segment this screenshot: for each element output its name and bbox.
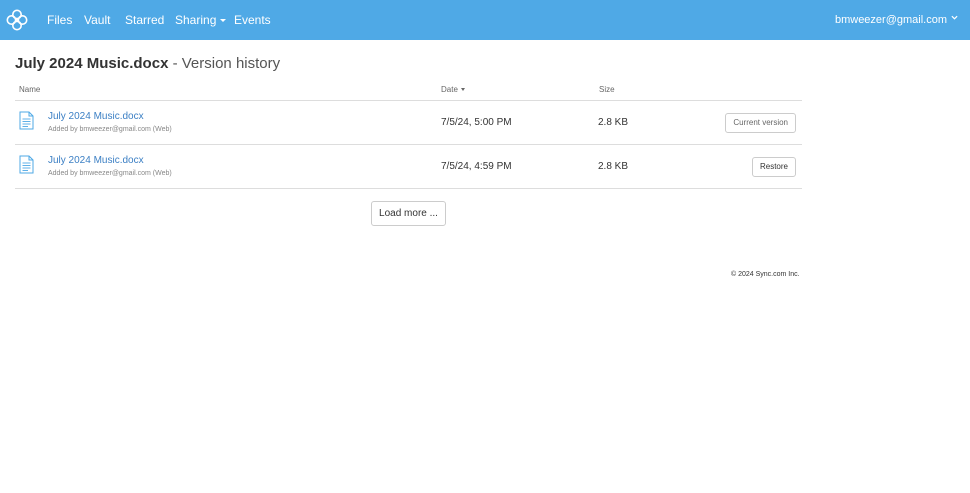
nav-events[interactable]: Events: [234, 0, 271, 40]
page-title-filename: July 2024 Music.docx: [15, 55, 169, 72]
document-icon: [19, 155, 34, 174]
page-title: July 2024 Music.docx - Version history: [15, 55, 280, 72]
table-row: July 2024 Music.docx Added by bmweezer@g…: [15, 145, 802, 189]
column-header-size: Size: [599, 85, 615, 94]
column-header-date[interactable]: Date: [441, 85, 465, 94]
file-name-link[interactable]: July 2024 Music.docx: [48, 111, 144, 122]
table-divider: [15, 188, 802, 189]
nav-sharing-dropdown[interactable]: Sharing: [175, 0, 227, 40]
file-date: 7/5/24, 5:00 PM: [441, 117, 512, 128]
sync-logo-icon[interactable]: [5, 8, 29, 32]
load-more-button[interactable]: Load more ...: [371, 201, 446, 226]
top-navbar: Files Vault Starred Sharing Events bmwee…: [0, 0, 970, 40]
user-account-menu[interactable]: bmweezer@gmail.com: [835, 0, 958, 40]
file-name-link[interactable]: July 2024 Music.docx: [48, 155, 144, 166]
caret-down-icon: [220, 19, 227, 23]
file-size: 2.8 KB: [598, 161, 629, 172]
user-email: bmweezer@gmail.com: [834, 14, 947, 26]
sort-caret-icon: [460, 88, 465, 92]
file-date: 7/5/24, 4:59 PM: [441, 161, 512, 172]
nav-sharing-label: Sharing: [175, 13, 217, 27]
file-added-by: Added by bmweezer@gmail.com (Web): [48, 170, 172, 177]
restore-button[interactable]: Restore: [751, 157, 796, 177]
file-size: 2.8 KB: [598, 117, 629, 128]
table-row: July 2024 Music.docx Added by bmweezer@g…: [15, 101, 802, 145]
nav-files[interactable]: Files: [47, 0, 72, 40]
nav-vault[interactable]: Vault: [84, 0, 110, 40]
page-title-suffix: - Version history: [172, 55, 281, 72]
column-header-date-label: Date: [441, 85, 458, 94]
chevron-down-icon: [951, 15, 958, 20]
nav-starred[interactable]: Starred: [125, 0, 164, 40]
column-header-name: Name: [19, 85, 41, 94]
document-icon: [19, 111, 34, 130]
footer-copyright: © 2024 Sync.com Inc.: [731, 271, 800, 278]
file-added-by: Added by bmweezer@gmail.com (Web): [48, 126, 172, 133]
current-version-button[interactable]: Current version: [725, 113, 796, 133]
